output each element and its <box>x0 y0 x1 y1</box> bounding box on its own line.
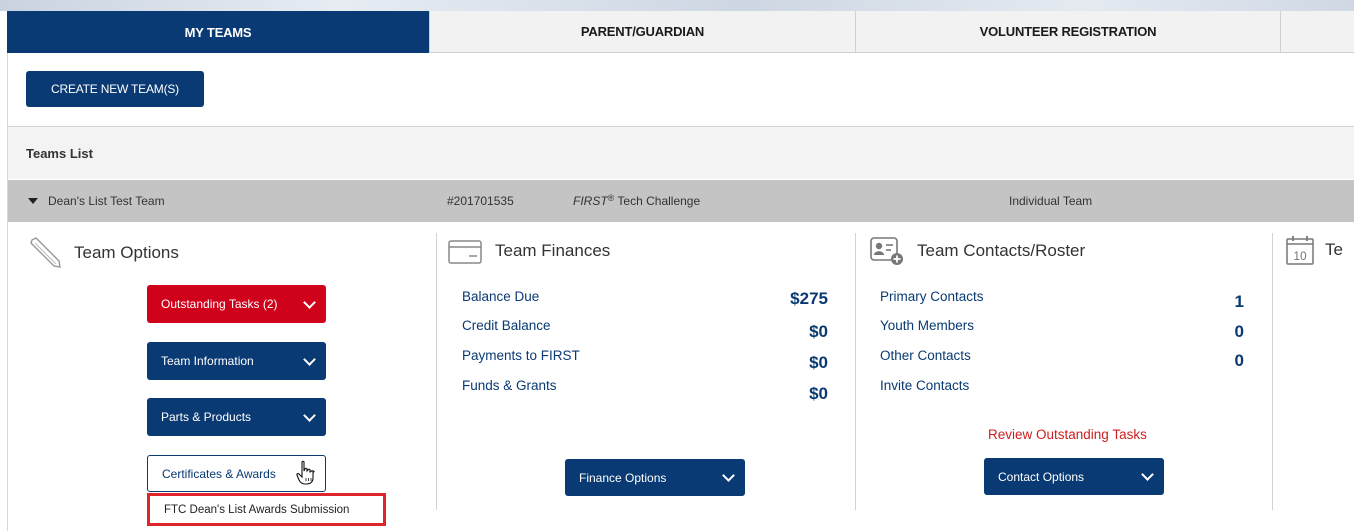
tab-overflow[interactable] <box>1280 11 1354 53</box>
create-new-team-button[interactable]: CREATE NEW TEAM(S) <box>26 71 204 107</box>
finance-options-dropdown[interactable]: Finance Options <box>565 459 745 496</box>
expand-caret-icon[interactable] <box>28 180 38 222</box>
chevron-down-icon <box>303 408 316 422</box>
calendar-icon: 10 <box>1285 234 1315 266</box>
calendar-day: 10 <box>1293 249 1307 263</box>
chevron-down-icon <box>303 352 316 366</box>
team-program: FIRST ® Tech Challenge <box>573 180 700 222</box>
fourth-column-title: 10 Te <box>1285 234 1343 266</box>
team-information-label: Team Information <box>161 354 254 368</box>
tab-my-teams[interactable]: MY TEAMS <box>7 11 429 53</box>
primary-contacts-label[interactable]: Primary Contacts <box>880 289 984 304</box>
team-number: #201701535 <box>447 194 514 208</box>
outstanding-tasks-label: Outstanding Tasks (2) <box>161 297 278 311</box>
credit-card-icon <box>447 237 483 265</box>
team-finances-title: Team Finances <box>447 237 610 265</box>
tab-volunteer-registration[interactable]: VOLUNTEER REGISTRATION <box>855 11 1280 53</box>
header-banner-strip <box>0 0 1354 11</box>
team-options-title: Team Options <box>28 236 179 270</box>
team-contacts-title: Team Contacts/Roster <box>869 235 1085 267</box>
certificates-awards-label: Certificates & Awards <box>162 466 276 481</box>
contact-options-dropdown[interactable]: Contact Options <box>984 458 1164 495</box>
hand-cursor-icon <box>295 460 317 491</box>
payments-to-first-value: $0 <box>809 353 828 372</box>
parts-products-label: Parts & Products <box>161 410 252 424</box>
contact-options-label: Contact Options <box>998 469 1085 484</box>
funds-grants-label: Funds & Grants <box>462 378 557 393</box>
primary-contacts-value: 1 <box>1234 292 1244 311</box>
team-contacts-label: Team Contacts/Roster <box>917 241 1086 260</box>
chevron-down-icon <box>722 469 735 482</box>
review-outstanding-tasks-link[interactable]: Review Outstanding Tasks <box>988 427 1147 442</box>
program-first: FIRST <box>573 194 608 208</box>
credit-balance-value: $0 <box>809 322 828 341</box>
team-options-label: Team Options <box>74 243 179 262</box>
youth-members-value: 0 <box>1234 322 1244 341</box>
contact-card-add-icon <box>869 235 905 267</box>
parts-products-dropdown[interactable]: Parts & Products <box>147 398 326 436</box>
other-contacts-label[interactable]: Other Contacts <box>880 348 971 363</box>
funds-grants-value: $0 <box>809 384 828 403</box>
program-registered-mark: ® <box>607 193 615 203</box>
other-contacts-value: 0 <box>1234 351 1244 370</box>
tab-parent-guardian[interactable]: PARENT/GUARDIAN <box>429 11 855 53</box>
ftc-deans-list-submission-link[interactable]: FTC Dean's List Awards Submission <box>147 493 386 526</box>
youth-members-label[interactable]: Youth Members <box>880 318 974 333</box>
invite-contacts-link[interactable]: Invite Contacts <box>880 378 969 393</box>
column-divider <box>1272 233 1273 510</box>
balance-due-label: Balance Due <box>462 289 540 304</box>
team-row[interactable]: Dean's List Test Team #201701535 FIRST ® … <box>8 180 1354 222</box>
balance-due-value: $275 <box>790 289 828 308</box>
column-divider <box>855 233 856 510</box>
team-information-dropdown[interactable]: Team Information <box>147 342 326 380</box>
chevron-down-icon <box>1141 468 1154 481</box>
program-name: Tech Challenge <box>614 194 701 208</box>
main-tabs: MY TEAMS PARENT/GUARDIAN VOLUNTEER REGIS… <box>7 11 1354 53</box>
team-type: Individual Team <box>1009 194 1093 208</box>
content-frame <box>7 11 1354 531</box>
column-divider <box>436 233 437 510</box>
finance-options-label: Finance Options <box>579 470 667 485</box>
teams-list-header: Teams List <box>8 127 1354 179</box>
payments-to-first-label: Payments to FIRST <box>462 348 580 363</box>
fourth-column-label: Te <box>1325 240 1343 259</box>
credit-balance-label: Credit Balance <box>462 318 551 333</box>
outstanding-tasks-dropdown[interactable]: Outstanding Tasks (2) <box>147 285 326 323</box>
pencil-icon <box>28 236 62 270</box>
chevron-down-icon <box>303 295 316 309</box>
team-finances-label: Team Finances <box>495 241 611 260</box>
teams-list-label: Teams List <box>26 145 93 161</box>
team-name: Dean's List Test Team <box>48 194 165 208</box>
